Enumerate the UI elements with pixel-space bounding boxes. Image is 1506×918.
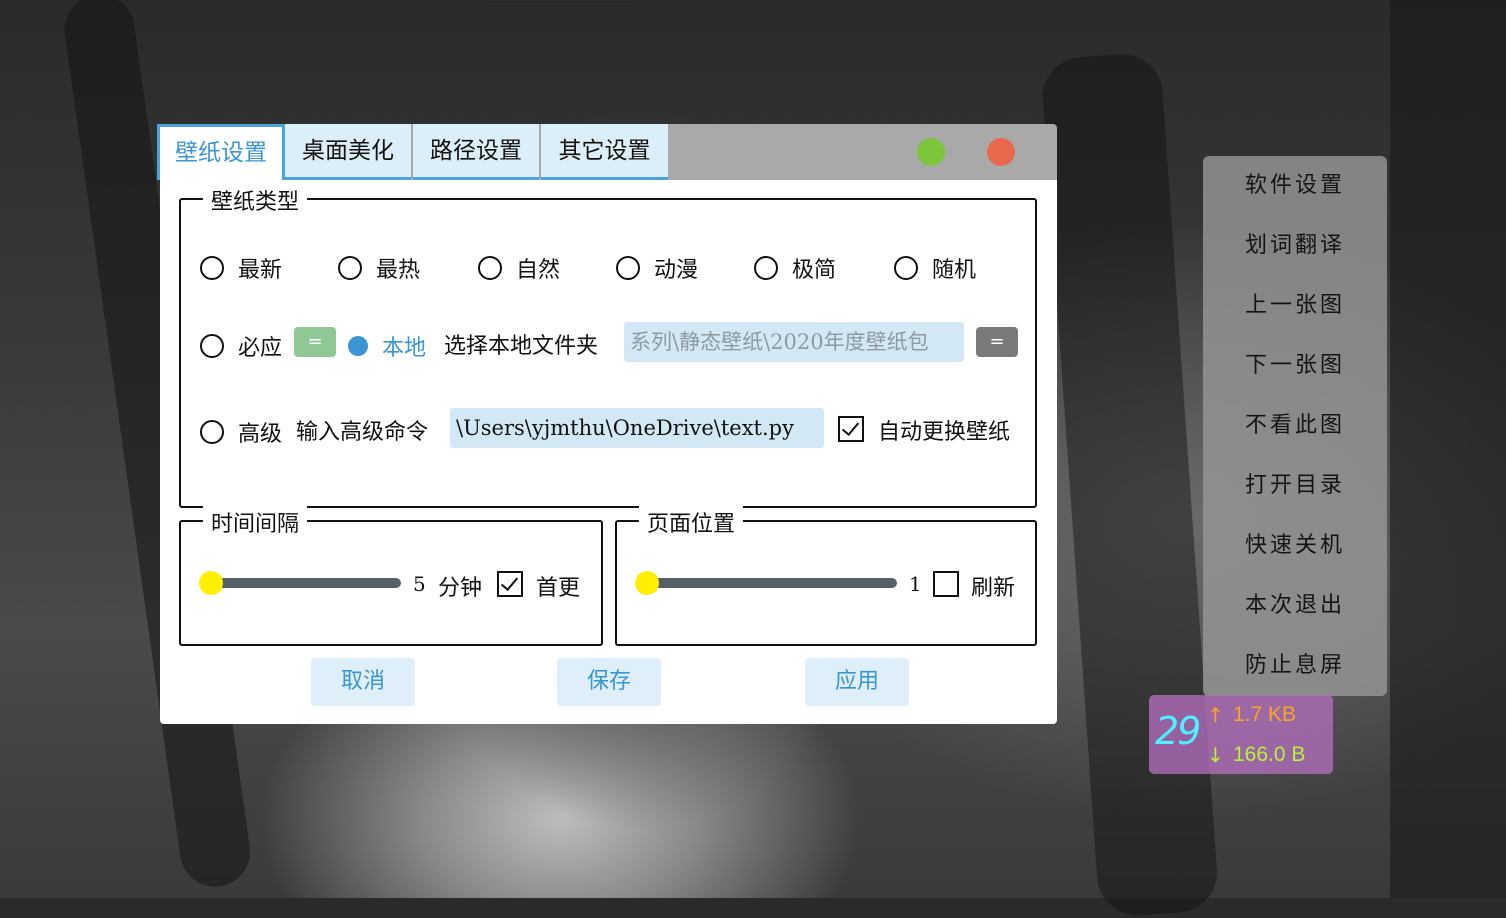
radio-circle	[200, 256, 224, 280]
radio-label: 自然	[516, 258, 561, 283]
radio-bing[interactable]: 必应	[200, 330, 282, 362]
wallpaper-type-title: 壁纸类型	[203, 184, 308, 216]
radio-circle	[478, 256, 502, 280]
bing-options-button[interactable]: =	[294, 327, 336, 357]
interval-slider-knob[interactable]	[199, 571, 223, 595]
radio-circle	[338, 256, 362, 280]
page-slider-track[interactable]	[639, 578, 897, 588]
radio-circle	[200, 334, 224, 358]
tab-path-settings[interactable]: 路径设置	[413, 124, 539, 180]
interval-title: 时间间隔	[203, 506, 308, 538]
memory-percent: 29	[1155, 709, 1201, 753]
radio-circle	[754, 256, 778, 280]
auto-change-label: 自动更换壁纸	[878, 420, 1011, 445]
first-change-checkbox[interactable]	[497, 571, 523, 597]
tab-other-settings[interactable]: 其它设置	[541, 124, 668, 180]
auto-change-checkbox[interactable]	[838, 416, 864, 442]
upload-speed: 1.7 KB	[1233, 703, 1297, 726]
minimize-button[interactable]	[917, 138, 945, 166]
net-speed-widget[interactable]: 29 ↑ 1.7 KB ↓ 166.0 B	[1149, 695, 1333, 774]
radio-minimal[interactable]: 极简	[754, 252, 836, 284]
menu-item-open-folder[interactable]: 打开目录	[1203, 456, 1387, 516]
radio-hottest[interactable]: 最热	[338, 252, 420, 284]
upload-arrow-icon: ↑	[1207, 703, 1224, 727]
refresh-checkbox[interactable]	[933, 571, 959, 597]
download-arrow-icon: ↓	[1207, 743, 1224, 767]
radio-label: 本地	[382, 336, 427, 361]
local-folder-label: 选择本地文件夹	[444, 334, 599, 359]
close-button[interactable]	[987, 138, 1015, 166]
menu-item-translate[interactable]: 划词翻译	[1203, 216, 1387, 276]
radio-label: 极简	[792, 258, 837, 283]
refresh-label: 刷新	[971, 576, 1016, 601]
advanced-command-input[interactable]: \Users\yjmthu\OneDrive\text.py	[450, 408, 824, 448]
radio-circle	[200, 420, 224, 444]
menu-item-skip[interactable]: 不看此图	[1203, 396, 1387, 456]
first-change-label: 首更	[536, 576, 581, 601]
tray-context-menu: 软件设置 划词翻译 上一张图 下一张图 不看此图 打开目录 快速关机 本次退出 …	[1203, 156, 1387, 696]
page-position-title: 页面位置	[639, 506, 744, 538]
tab-desktop-beautify[interactable]: 桌面美化	[285, 124, 411, 180]
advanced-command-label: 输入高级命令	[296, 420, 429, 445]
menu-item-exit[interactable]: 本次退出	[1203, 576, 1387, 636]
menu-item-previous[interactable]: 上一张图	[1203, 276, 1387, 336]
page-value: 1	[909, 572, 922, 596]
radio-label: 高级	[238, 422, 283, 447]
interval-slider-track[interactable]	[203, 578, 401, 588]
radio-label: 必应	[238, 336, 283, 361]
radio-circle	[616, 256, 640, 280]
menu-item-shutdown[interactable]: 快速关机	[1203, 516, 1387, 576]
radio-anime[interactable]: 动漫	[616, 252, 698, 284]
radio-label: 动漫	[654, 258, 699, 283]
wallpaper-type-group: 壁纸类型 最新 最热 自然 动漫 极简 随机 必应 = 本地 选择本地文件夹 系…	[179, 184, 1037, 508]
background-hair-strand	[1040, 51, 1220, 918]
tab-bar: 壁纸设置 桌面美化 路径设置 其它设置	[157, 124, 1057, 180]
radio-label: 最热	[376, 258, 421, 283]
page-position-group: 页面位置 1 刷新	[615, 506, 1037, 646]
background-hair-strand	[1390, 0, 1506, 898]
local-folder-browse-button[interactable]: =	[976, 327, 1018, 357]
page-slider-knob[interactable]	[635, 571, 659, 595]
radio-nature[interactable]: 自然	[478, 252, 560, 284]
radio-random[interactable]: 随机	[894, 252, 976, 284]
radio-label: 随机	[932, 258, 977, 283]
settings-panel: 壁纸类型 最新 最热 自然 动漫 极简 随机 必应 = 本地 选择本地文件夹 系…	[160, 180, 1057, 724]
menu-item-prevent-sleep[interactable]: 防止息屏	[1203, 636, 1387, 696]
save-button[interactable]: 保存	[557, 658, 661, 706]
interval-group: 时间间隔 5 分钟 首更	[179, 506, 603, 646]
radio-latest[interactable]: 最新	[200, 252, 282, 284]
settings-window: 壁纸设置 桌面美化 路径设置 其它设置 壁纸类型 最新 最热 自然 动漫 极简 …	[157, 124, 1057, 724]
radio-circle	[894, 256, 918, 280]
menu-item-next[interactable]: 下一张图	[1203, 336, 1387, 396]
menu-item-software-settings[interactable]: 软件设置	[1203, 156, 1387, 216]
radio-local[interactable]: 本地	[348, 330, 426, 362]
download-speed: 166.0 B	[1233, 743, 1306, 766]
radio-label: 最新	[238, 258, 283, 283]
apply-button[interactable]: 应用	[805, 658, 909, 706]
radio-advanced[interactable]: 高级	[200, 416, 282, 448]
radio-circle-selected	[348, 336, 368, 356]
tab-wallpaper-settings[interactable]: 壁纸设置	[157, 124, 285, 180]
interval-value: 5	[413, 572, 426, 596]
interval-unit: 分钟	[438, 576, 483, 601]
cancel-button[interactable]: 取消	[311, 658, 415, 706]
local-folder-input[interactable]: 系列\静态壁纸\2020年度壁纸包	[624, 322, 964, 362]
